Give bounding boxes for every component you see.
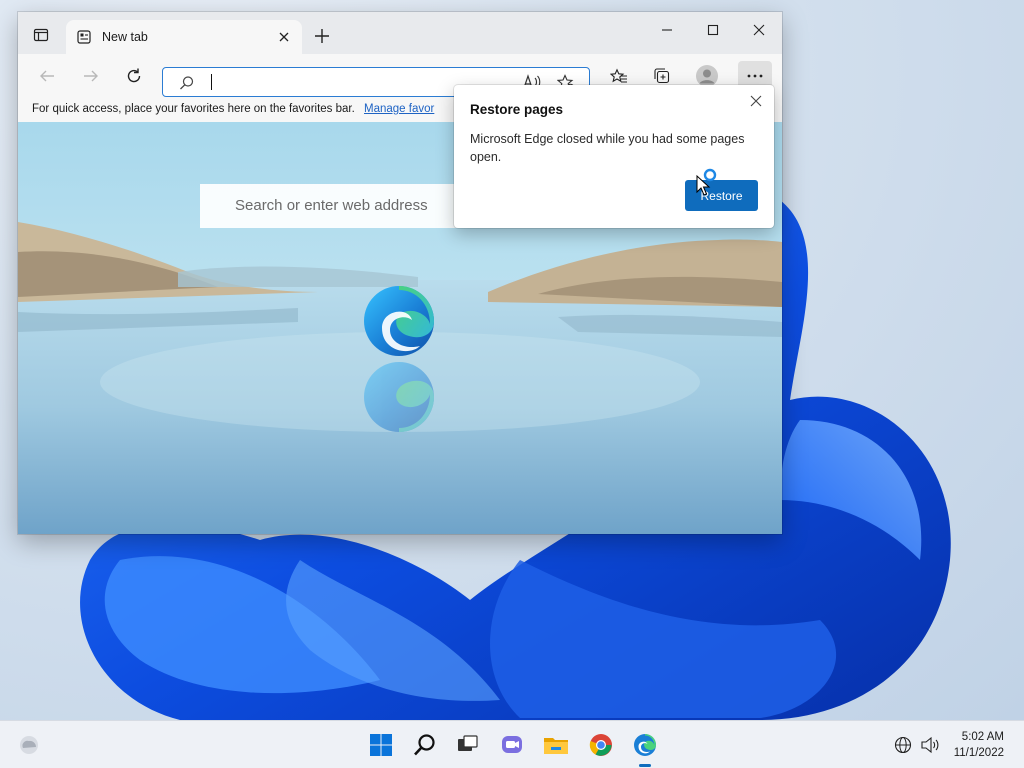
manage-favorites-link[interactable]: Manage favor (364, 103, 434, 115)
minimize-icon (662, 29, 672, 31)
widgets-button[interactable] (14, 730, 44, 760)
language-button[interactable] (892, 730, 914, 760)
volume-button[interactable] (918, 730, 942, 760)
forward-button[interactable] (76, 61, 106, 91)
maximize-button[interactable] (690, 12, 736, 48)
tab-actions-button[interactable] (26, 22, 56, 48)
forward-arrow-icon (84, 70, 98, 82)
weather-widget-icon (20, 736, 38, 754)
file-explorer-button[interactable] (541, 730, 571, 760)
favorites-icon (610, 68, 627, 83)
globe-icon (894, 736, 912, 754)
new-tab-button[interactable] (312, 26, 332, 46)
maximize-icon (707, 24, 719, 36)
title-bar: New tab (18, 12, 782, 54)
back-arrow-icon (40, 70, 54, 82)
taskbar: 5:02 AM 11/1/2022 (0, 720, 1024, 768)
edge-logo (364, 286, 434, 356)
back-button[interactable] (32, 61, 62, 91)
search-button[interactable] (410, 730, 440, 760)
taskbar-clock[interactable]: 5:02 AM 11/1/2022 (954, 729, 1004, 761)
close-window-button[interactable] (736, 12, 782, 48)
text-caret (211, 74, 212, 90)
close-icon (750, 95, 762, 107)
chat-icon (502, 736, 522, 753)
dialog-title: Restore pages (470, 102, 564, 117)
dialog-message: Microsoft Edge closed while you had some… (470, 132, 745, 164)
dialog-close-button[interactable] (748, 93, 764, 109)
favorites-bar-text: For quick access, place your favorites h… (32, 103, 355, 115)
minimize-button[interactable] (644, 12, 690, 48)
restore-pages-dialog: Restore pages Microsoft Edge closed whil… (454, 85, 774, 228)
chat-button[interactable] (497, 730, 527, 760)
edge-icon (634, 734, 656, 756)
clock-date: 11/1/2022 (953, 747, 1004, 759)
tab-new-tab[interactable]: New tab (66, 20, 302, 54)
tab-actions-icon (33, 28, 49, 42)
edge-button[interactable] (630, 730, 660, 767)
clock-time: 5:02 AM (961, 731, 1004, 743)
close-icon (753, 24, 765, 36)
chrome-icon (589, 734, 612, 756)
tab-close-icon[interactable] (276, 29, 292, 45)
chrome-button[interactable] (586, 730, 616, 760)
file-explorer-icon (544, 738, 568, 754)
refresh-button[interactable] (119, 61, 149, 91)
edge-logo-reflection (364, 362, 434, 432)
task-view-button[interactable] (452, 730, 482, 760)
tab-title: New tab (102, 30, 148, 44)
start-button[interactable] (366, 730, 396, 760)
plus-icon (315, 29, 329, 43)
active-app-indicator (639, 764, 651, 767)
new-tab-page-icon (76, 29, 92, 45)
search-icon (180, 76, 194, 90)
start-icon (370, 734, 392, 756)
speaker-icon (921, 736, 939, 754)
search-icon (414, 734, 435, 756)
refresh-icon (127, 68, 141, 83)
more-dots-icon (747, 74, 763, 78)
collections-icon (654, 68, 670, 84)
mouse-cursor-busy-icon (696, 168, 717, 196)
task-view-icon (458, 735, 478, 751)
